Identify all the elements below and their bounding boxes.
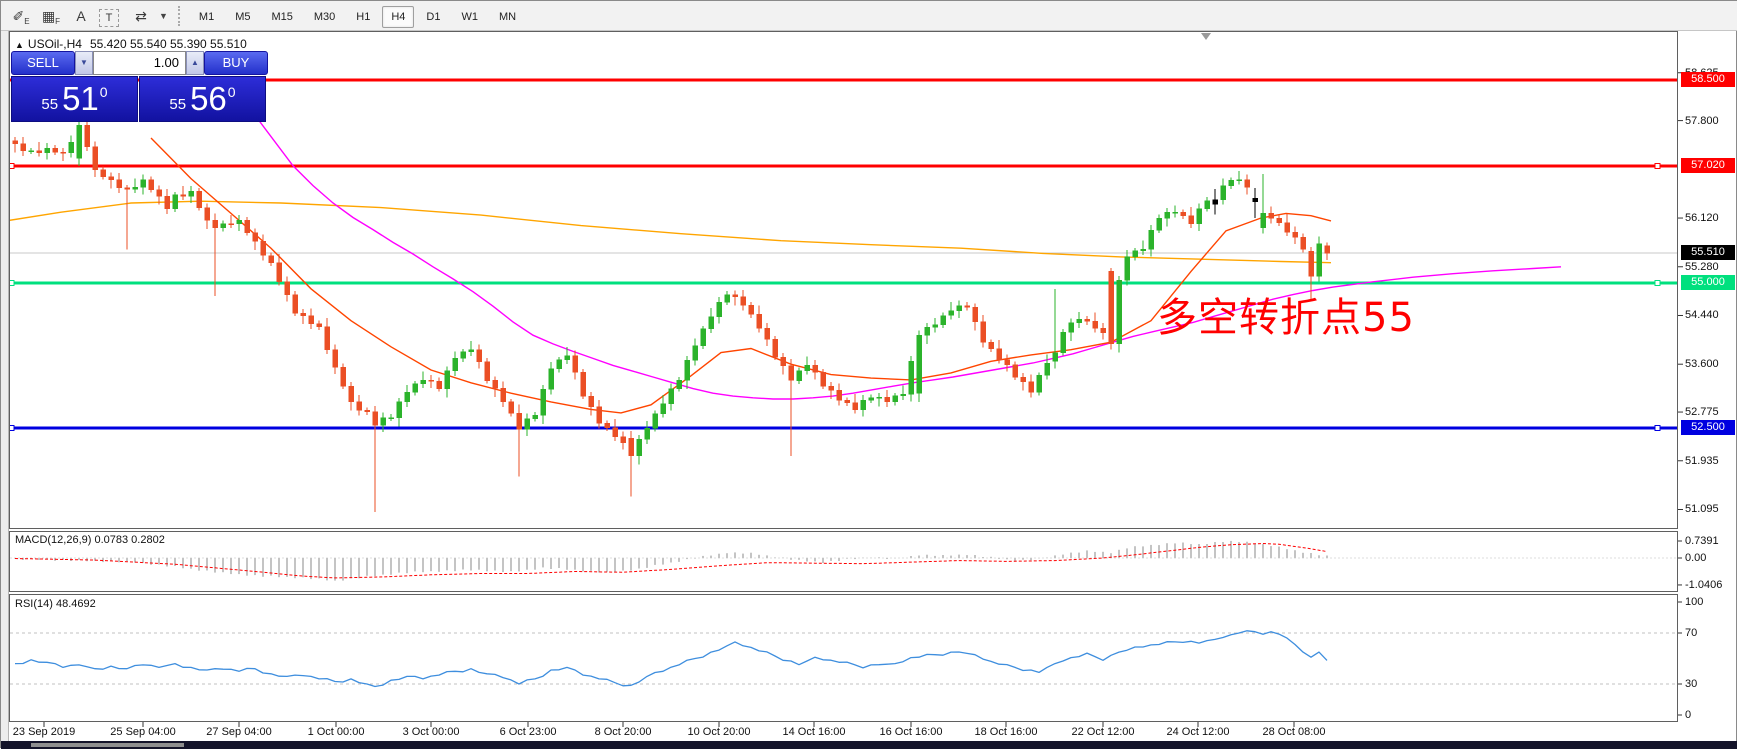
sell-button[interactable]: SELL — [11, 51, 75, 75]
one-click-trading-panel: SELL ▼ 1.00 ▲ BUY 55 51 0 55 56 0 — [11, 51, 268, 122]
sell-price-sup: 0 — [99, 84, 108, 100]
ma-mid — [258, 120, 1562, 400]
chart-shift-marker-icon[interactable] — [1201, 33, 1211, 40]
buy-price-small: 55 — [169, 95, 187, 113]
volume-input[interactable]: 1.00 — [93, 51, 186, 75]
sell-price-big: 51 — [62, 80, 99, 117]
collapse-icon[interactable]: ▲ — [15, 40, 24, 50]
price-badge-55.510: 55.510 — [1681, 245, 1735, 261]
chart-title: USOil-,H4 — [27, 37, 82, 51]
rsi-label: RSI(14) 48.4692 — [15, 598, 96, 610]
sell-price-small: 55 — [41, 95, 59, 113]
bottom-bar-segment — [31, 743, 184, 747]
price-badge-57.020: 57.020 — [1681, 157, 1735, 173]
macd-label: MACD(12,26,9) 0.0783 0.2802 — [15, 534, 165, 546]
price-badge-52.500: 52.500 — [1681, 420, 1735, 435]
buy-price-big: 56 — [190, 80, 227, 117]
sell-price-box[interactable]: 55 51 0 — [11, 76, 138, 122]
buy-price-sup: 0 — [227, 84, 236, 100]
chart-header: ▲ USOil-,H4 55.420 55.540 55.390 55.510 — [15, 37, 247, 51]
volume-down-button[interactable]: ▼ — [75, 51, 93, 75]
price-badge-55.000: 55.000 — [1681, 275, 1735, 290]
buy-button[interactable]: BUY — [204, 51, 268, 75]
trading-terminal-window: ✐ E ▦ F A T ⇄ ▼ M1 M5 M15 M30 H1 H4 D1 W1 MN ▲ USOil-,H… — [0, 0, 1737, 749]
price-badge-58.500: 58.500 — [1681, 72, 1735, 87]
ma-fast — [150, 137, 1332, 414]
buy-price-box[interactable]: 55 56 0 — [139, 76, 266, 122]
chart-text-annotation: 多空转折点55 — [1157, 295, 1415, 341]
chart-ohlc-values: 55.420 55.540 55.390 55.510 — [89, 37, 247, 51]
volume-up-button[interactable]: ▲ — [186, 51, 204, 75]
